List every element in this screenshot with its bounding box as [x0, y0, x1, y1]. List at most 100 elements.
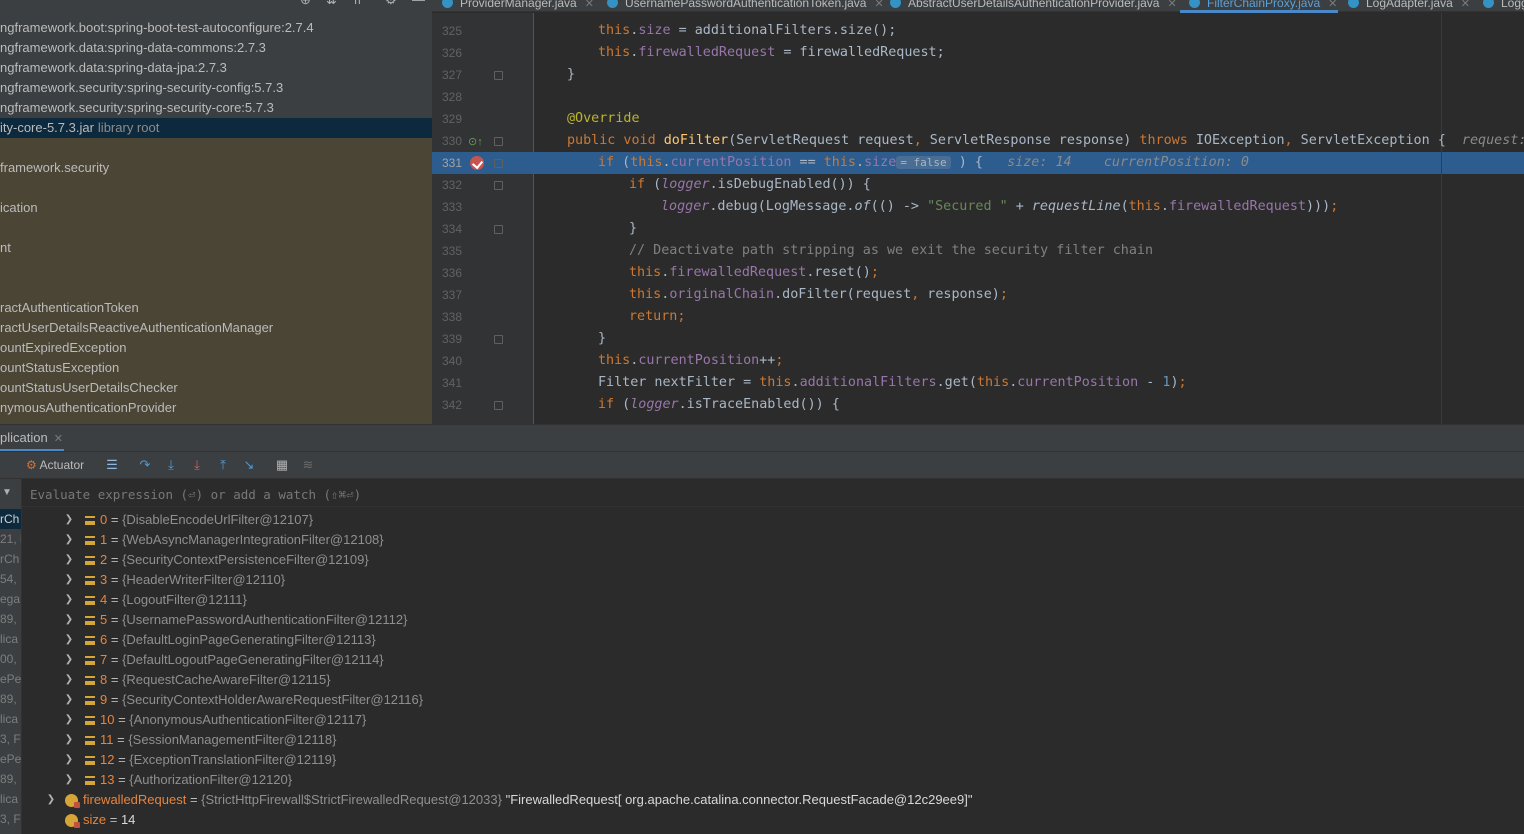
- tree-row[interactable]: nymousAuthenticationProvider: [0, 398, 432, 418]
- close-icon[interactable]: ✕: [874, 0, 883, 10]
- trace-stream-icon[interactable]: ≋: [300, 457, 316, 473]
- variable-row[interactable]: ❯ 5 = {UsernamePasswordAuthenticationFilt…: [22, 610, 1524, 630]
- close-icon[interactable]: ✕: [1167, 0, 1176, 10]
- tree-row[interactable]: ngframework.data:spring-data-jpa:2.7.3: [0, 58, 432, 78]
- step-over-icon[interactable]: ↷: [137, 457, 153, 473]
- tree-row[interactable]: ngframework.security:spring-security-con…: [0, 78, 432, 98]
- fold-icon[interactable]: [494, 71, 503, 80]
- evaluate-expression-input[interactable]: [30, 484, 1430, 504]
- fold-icon[interactable]: [494, 335, 503, 344]
- step-into-icon[interactable]: ⤓: [163, 457, 179, 473]
- field-row[interactable]: size = 14: [22, 810, 1524, 830]
- tab-provider-manager[interactable]: ProviderManager.java ✕: [442, 0, 594, 11]
- tree-row[interactable]: nt: [0, 238, 432, 258]
- frame-item[interactable]: 89,: [0, 609, 21, 629]
- chevron-right-icon[interactable]: ❯: [63, 770, 75, 790]
- frame-item[interactable]: 3, F: [0, 729, 21, 749]
- tab-log-adapter[interactable]: LogAdapter.java ✕: [1348, 0, 1470, 11]
- override-icon[interactable]: ⊙↑: [468, 135, 483, 148]
- collapse-all-icon[interactable]: ⇈: [352, 0, 363, 8]
- chevron-right-icon[interactable]: ❯: [45, 790, 57, 810]
- frame-item[interactable]: lica: [0, 629, 21, 649]
- frame-item[interactable]: ega: [0, 589, 21, 609]
- tree-row[interactable]: ountExpiredException: [0, 338, 432, 358]
- evaluate-expression-icon[interactable]: ▦: [274, 457, 290, 473]
- tree-row[interactable]: ountStatusUserDetailsChecker: [0, 378, 432, 398]
- chevron-right-icon[interactable]: ❯: [63, 750, 75, 770]
- force-step-into-icon[interactable]: ⤓: [189, 457, 205, 473]
- chevron-right-icon[interactable]: ❯: [63, 510, 75, 530]
- close-icon[interactable]: ✕: [1328, 0, 1337, 10]
- frame-item[interactable]: 3, F: [0, 809, 21, 829]
- tree-row[interactable]: ractUserDetailsReactiveAuthenticationMan…: [0, 318, 432, 338]
- frame-item[interactable]: ePe: [0, 669, 21, 689]
- tab-debug-session[interactable]: plication ✕: [0, 429, 63, 447]
- frame-item[interactable]: rCh: [0, 509, 21, 529]
- tree-row[interactable]: [0, 218, 432, 238]
- frame-item[interactable]: lica: [0, 709, 21, 729]
- gear-icon[interactable]: ⚙: [385, 0, 397, 8]
- locate-icon[interactable]: ⊕: [300, 0, 311, 8]
- step-out-icon[interactable]: ⤒: [215, 457, 231, 473]
- variable-row[interactable]: ❯ 8 = {RequestCacheAwareFilter@12115}: [22, 670, 1524, 690]
- variable-row[interactable]: ❯ 6 = {DefaultLoginPageGeneratingFilter@1…: [22, 630, 1524, 650]
- variable-row[interactable]: ❯ 9 = {SecurityContextHolderAwareRequestF…: [22, 690, 1524, 710]
- chevron-right-icon[interactable]: ❯: [63, 650, 75, 670]
- frame-item[interactable]: 00,: [0, 649, 21, 669]
- tree-row[interactable]: ngframework.security:spring-security-cor…: [0, 98, 432, 118]
- fold-icon[interactable]: [494, 159, 503, 168]
- chevron-right-icon[interactable]: ❯: [63, 550, 75, 570]
- actuator-button[interactable]: ⚙ Actuator: [26, 456, 84, 474]
- field-row[interactable]: ❯ firewalledRequest = {StrictHttpFirewall…: [22, 790, 1524, 810]
- tab-logg[interactable]: Logg: [1483, 0, 1524, 11]
- tree-row[interactable]: [0, 258, 432, 278]
- chevron-right-icon[interactable]: ❯: [63, 710, 75, 730]
- frame-item[interactable]: rCh: [0, 549, 21, 569]
- frame-item[interactable]: 89,: [0, 689, 21, 709]
- frame-item[interactable]: 89,: [0, 769, 21, 789]
- breakpoint-icon[interactable]: [470, 156, 484, 170]
- variable-row[interactable]: ❯ 10 = {AnonymousAuthenticationFilter@121…: [22, 710, 1524, 730]
- tree-row[interactable]: ractAuthenticationToken: [0, 298, 432, 318]
- chevron-right-icon[interactable]: ❯: [63, 630, 75, 650]
- tree-row[interactable]: [0, 178, 432, 198]
- close-icon[interactable]: ✕: [585, 0, 594, 10]
- chevron-down-icon[interactable]: ▼: [2, 487, 12, 498]
- close-icon[interactable]: ✕: [54, 433, 63, 445]
- fold-icon[interactable]: [494, 225, 503, 234]
- chevron-right-icon[interactable]: ❯: [63, 730, 75, 750]
- tree-row[interactable]: ication: [0, 198, 432, 218]
- variable-row[interactable]: ❯ 4 = {LogoutFilter@12111}: [22, 590, 1524, 610]
- tree-row[interactable]: ity-core-5.7.3.jar library root: [0, 118, 432, 138]
- variable-row[interactable]: ❯ 11 = {SessionManagementFilter@12118}: [22, 730, 1524, 750]
- tab-abstract-user-details-provider[interactable]: AbstractUserDetailsAuthenticationProvide…: [890, 0, 1177, 11]
- tree-row[interactable]: [0, 278, 432, 298]
- variable-row[interactable]: ❯ 2 = {SecurityContextPersistenceFilter@1…: [22, 550, 1524, 570]
- hide-icon[interactable]: —: [412, 0, 425, 7]
- frames-list-icon[interactable]: ☰: [104, 457, 120, 473]
- frame-item[interactable]: ePe: [0, 749, 21, 769]
- variable-row[interactable]: ❯ 0 = {DisableEncodeUrlFilter@12107}: [22, 510, 1524, 530]
- variable-row[interactable]: ❯ 12 = {ExceptionTranslationFilter@12119}: [22, 750, 1524, 770]
- tab-username-password-token[interactable]: UsernamePasswordAuthenticationToken.java…: [607, 0, 884, 11]
- fold-icon[interactable]: [494, 137, 503, 146]
- tree-row[interactable]: [0, 138, 432, 158]
- variable-row[interactable]: ❯ 1 = {WebAsyncManagerIntegrationFilter@1…: [22, 530, 1524, 550]
- variable-row[interactable]: ❯ 7 = {DefaultLogoutPageGeneratingFilter@…: [22, 650, 1524, 670]
- frame-item[interactable]: lica: [0, 789, 21, 809]
- fold-icon[interactable]: [494, 401, 503, 410]
- variable-row[interactable]: ❯ 13 = {AuthorizationFilter@12120}: [22, 770, 1524, 790]
- fold-icon[interactable]: [494, 181, 503, 190]
- tree-row[interactable]: ngframework.data:spring-data-commons:2.7…: [0, 38, 432, 58]
- chevron-right-icon[interactable]: ❯: [63, 570, 75, 590]
- frame-item[interactable]: 54,: [0, 569, 21, 589]
- variable-row[interactable]: ❯ 3 = {HeaderWriterFilter@12110}: [22, 570, 1524, 590]
- run-to-cursor-icon[interactable]: ↘: [241, 457, 257, 473]
- chevron-right-icon[interactable]: ❯: [63, 610, 75, 630]
- expand-all-icon[interactable]: ⇊: [326, 0, 337, 8]
- chevron-right-icon[interactable]: ❯: [63, 690, 75, 710]
- chevron-right-icon[interactable]: ❯: [63, 530, 75, 550]
- tree-row[interactable]: ountStatusException: [0, 358, 432, 378]
- chevron-right-icon[interactable]: ❯: [63, 670, 75, 690]
- tree-row[interactable]: framework.security: [0, 158, 432, 178]
